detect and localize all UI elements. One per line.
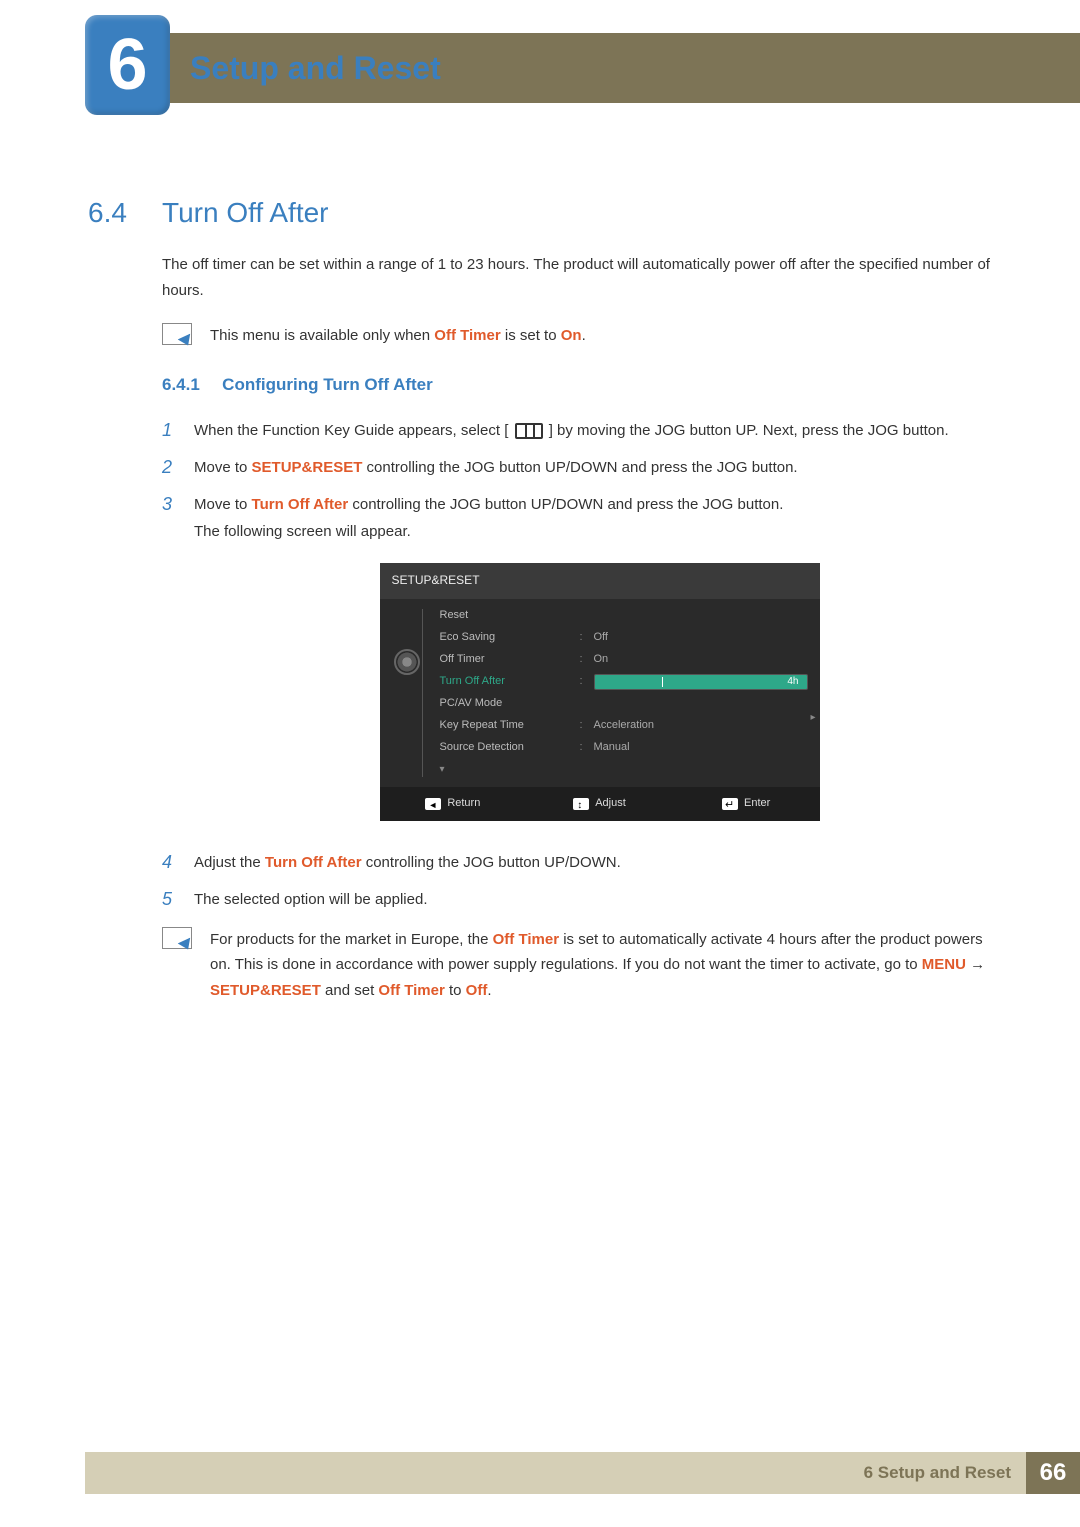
osd-row-keyrepeat: Key Repeat Time : Acceleration [440, 715, 820, 737]
step-body: Adjust the Turn Off After controlling th… [194, 849, 1005, 876]
note-europe: For products for the market in Europe, t… [162, 927, 1005, 1004]
chapter-number-badge: 6 [85, 15, 170, 115]
osd-body: Reset Eco Saving : Off Off Timer : On Tu… [380, 599, 820, 787]
subsection-title: Configuring Turn Off After [222, 375, 433, 394]
enter-icon [722, 798, 738, 810]
step-body: The selected option will be applied. [194, 886, 1005, 913]
step-number: 2 [162, 454, 194, 481]
step-4: 4 Adjust the Turn Off After controlling … [162, 849, 1005, 876]
osd-title: SETUP&RESET [380, 563, 820, 599]
osd-row-offtimer: Off Timer : On [440, 649, 820, 671]
osd-footer-adjust: Adjust [526, 794, 673, 814]
step-body: Move to SETUP&RESET controlling the JOG … [194, 454, 1005, 481]
chevron-down-icon: ▾ [440, 761, 445, 779]
osd-row-turnoffafter: Turn Off After : 4h [440, 671, 820, 693]
menu-icon [515, 423, 543, 439]
note-availability: This menu is available only when Off Tim… [162, 323, 1005, 349]
note-icon [162, 927, 192, 949]
osd-footer-enter: Enter [673, 794, 820, 814]
osd-footer-return: Return [380, 794, 527, 814]
section-title: Turn Off After [162, 197, 329, 229]
osd-row-reset: Reset [440, 605, 820, 627]
osd-footer: Return Adjust Enter [380, 787, 820, 821]
osd-divider [422, 609, 432, 777]
page-number: 66 [1026, 1452, 1080, 1494]
osd-row-eco: Eco Saving : Off [440, 627, 820, 649]
footer-bar: 6 Setup and Reset 66 [85, 1452, 1080, 1494]
step-2: 2 Move to SETUP&RESET controlling the JO… [162, 454, 1005, 481]
osd-row-pcav: PC/AV Mode [440, 693, 820, 715]
note-text: For products for the market in Europe, t… [210, 927, 1005, 1004]
step-number: 1 [162, 417, 194, 444]
chapter-title: Setup and Reset [190, 50, 441, 87]
osd-screenshot: SETUP&RESET Reset Eco Saving : Off Off T… [380, 563, 820, 820]
step-number: 4 [162, 849, 194, 876]
step-number: 5 [162, 886, 194, 913]
adjust-icon [573, 798, 589, 810]
section-number: 6.4 [88, 197, 127, 229]
step-3: 3 Move to Turn Off After controlling the… [162, 491, 1005, 838]
gear-icon [394, 649, 420, 675]
step-number: 3 [162, 491, 194, 518]
subsection-number: 6.4.1 [162, 371, 218, 400]
subsection-heading: 6.4.1 Configuring Turn Off After [162, 371, 1005, 400]
chevron-right-icon: ▸ [810, 709, 815, 727]
return-icon [425, 798, 441, 810]
chapter-number: 6 [107, 29, 147, 101]
osd-row-sourcedetect: Source Detection : Manual [440, 737, 820, 759]
intro-paragraph: The off timer can be set within a range … [162, 252, 1005, 303]
osd-row-more: ▾ [440, 759, 820, 781]
content-area: The off timer can be set within a range … [162, 252, 1005, 1025]
step-body: Move to Turn Off After controlling the J… [194, 491, 1005, 838]
footer-chapter-label: 6 Setup and Reset [864, 1463, 1011, 1483]
osd-slider: 4h [594, 674, 808, 690]
note-icon [162, 323, 192, 345]
step-5: 5 The selected option will be applied. [162, 886, 1005, 913]
note-text: This menu is available only when Off Tim… [210, 323, 1005, 349]
step-1: 1 When the Function Key Guide appears, s… [162, 417, 1005, 444]
step-body: When the Function Key Guide appears, sel… [194, 417, 1005, 444]
